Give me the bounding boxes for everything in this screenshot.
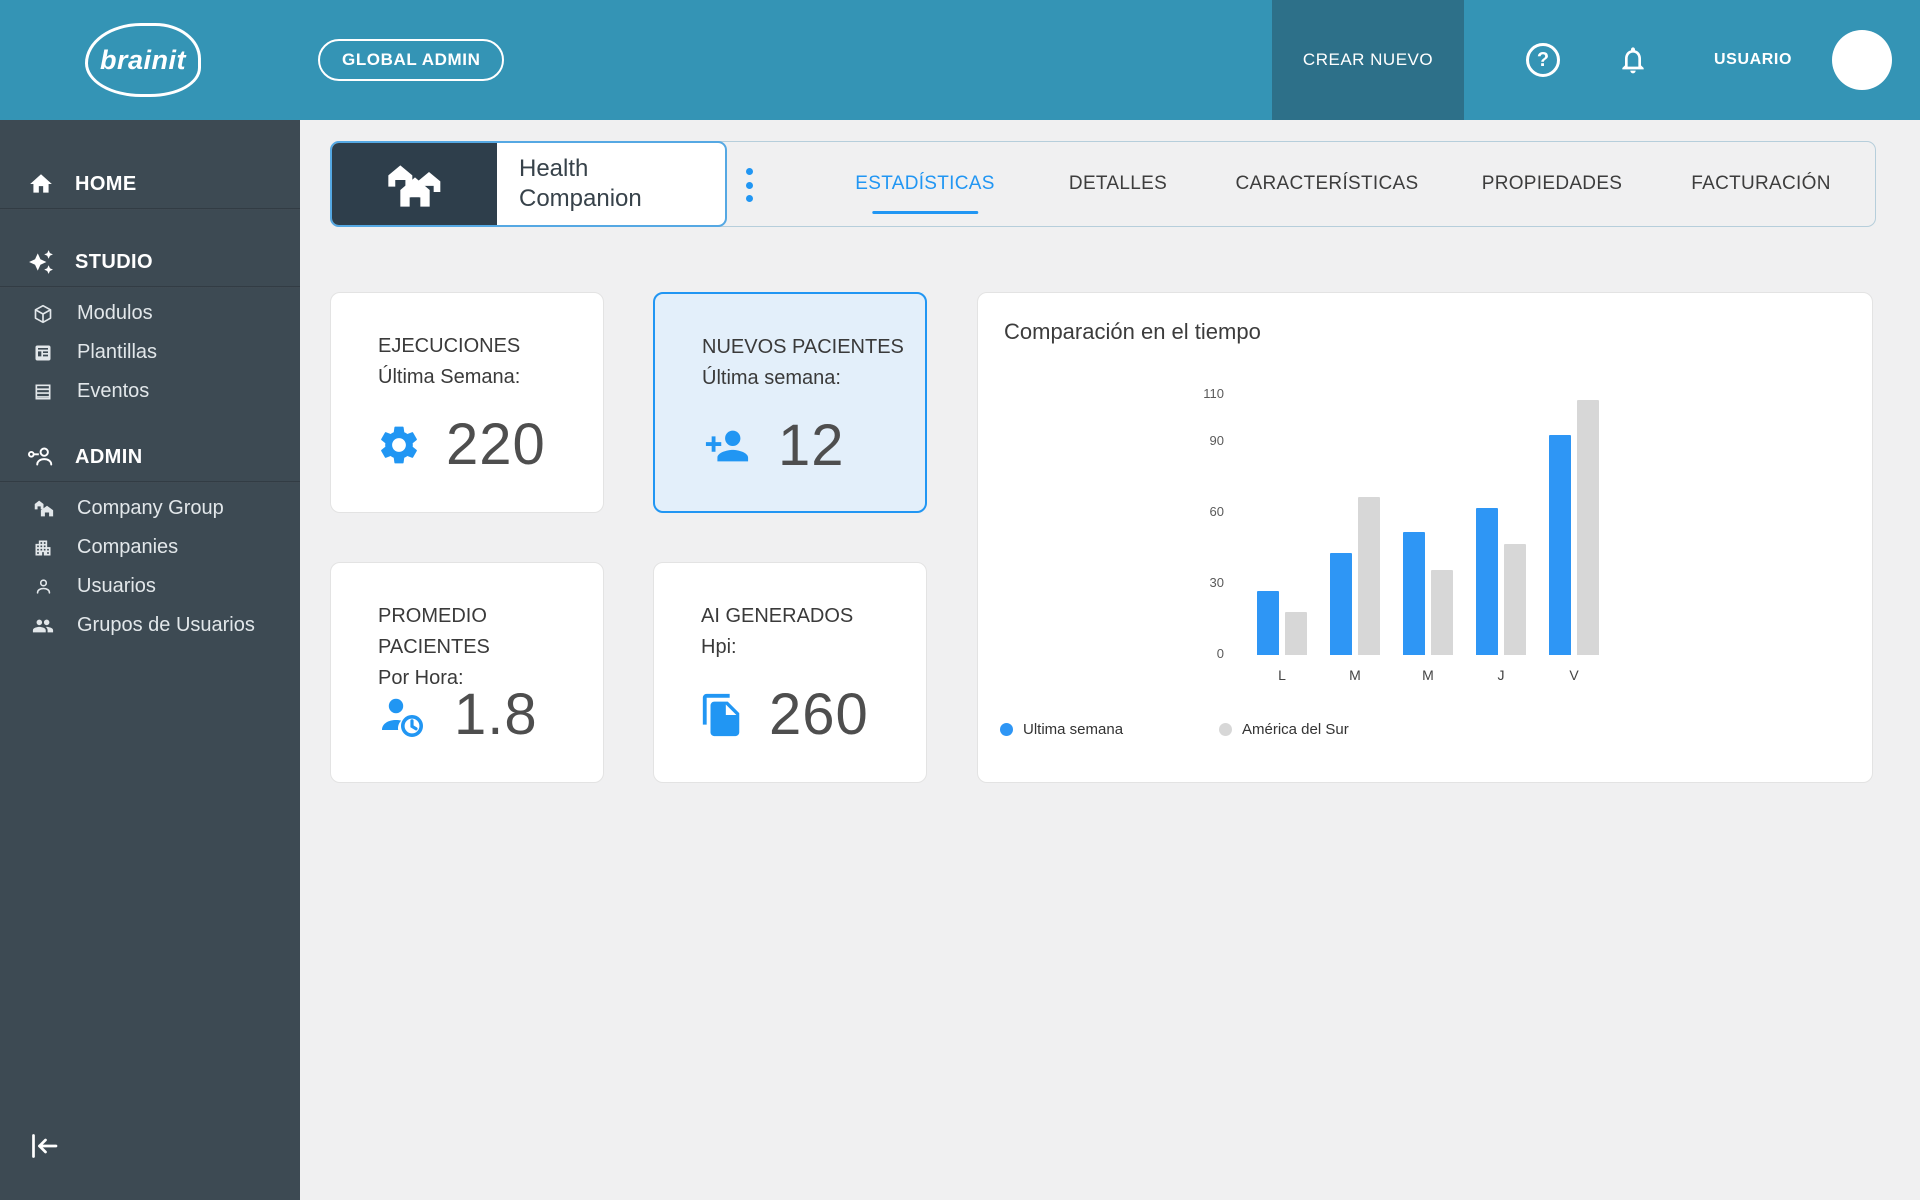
- bar-america-del-sur: [1358, 496, 1380, 655]
- sidebar-item-admin[interactable]: ADMIN: [0, 433, 300, 481]
- bell-icon: [1617, 44, 1649, 76]
- sidebar-item-label: Usuarios: [77, 575, 156, 597]
- logo-text: brainit: [99, 44, 186, 75]
- x-axis-label: M: [1349, 667, 1361, 683]
- help-icon: ?: [1526, 43, 1561, 77]
- more-options-menu[interactable]: [741, 168, 757, 202]
- person-icon: [32, 577, 54, 596]
- stat-card-label: NUEVOS PACIENTES Última semana:: [702, 336, 904, 389]
- sidebar-item-company-group[interactable]: Company Group: [0, 489, 300, 528]
- sidebar-item-eventos[interactable]: Eventos: [0, 372, 300, 411]
- bar-ultima-semana: [1330, 553, 1352, 655]
- sidebar-item-usuarios[interactable]: Usuarios: [0, 567, 300, 606]
- stat-card-label: EJECUCIONES Última Semana:: [378, 335, 521, 388]
- person-clock-icon: [376, 691, 430, 739]
- sidebar-item-label: Eventos: [77, 380, 150, 402]
- y-axis-tick: 0: [1216, 646, 1224, 661]
- gear-icon: [376, 422, 422, 468]
- stat-card-nuevos-pacientes[interactable]: NUEVOS PACIENTES Última semana: 12: [653, 292, 927, 513]
- tab-facturacion[interactable]: FACTURACIÓN: [1691, 142, 1830, 226]
- create-new-button[interactable]: CREAR NUEVO: [1272, 0, 1465, 120]
- stat-card-ai-generados[interactable]: AI GENERADOS Hpi: 260: [653, 562, 927, 783]
- x-axis-label: V: [1569, 667, 1579, 683]
- sidebar-item-home[interactable]: HOME: [0, 160, 300, 208]
- sidebar-item-modulos[interactable]: Modulos: [0, 294, 300, 333]
- sidebar-item-grupos-de-usuarios[interactable]: Grupos de Usuarios: [0, 606, 300, 645]
- bar-ultima-semana: [1549, 435, 1571, 655]
- y-axis-tick: 30: [1209, 575, 1224, 591]
- collapse-arrow-icon: [26, 1128, 62, 1164]
- sidebar-item-label: STUDIO: [75, 250, 153, 273]
- bar-america-del-sur: [1431, 569, 1453, 655]
- sidebar-item-label: Plantillas: [77, 341, 158, 363]
- sidebar-item-label: Companies: [77, 536, 179, 558]
- template-icon: [32, 343, 54, 363]
- person-add-icon: [700, 423, 754, 469]
- sparkles-icon: [27, 249, 55, 275]
- holiday-village-icon: [383, 159, 447, 209]
- bar-america-del-sur: [1577, 399, 1599, 655]
- admin-key-person-icon: [27, 444, 55, 470]
- avatar[interactable]: [1832, 30, 1892, 90]
- tab-caracteristicas[interactable]: CARACTERÍSTICAS: [1236, 142, 1419, 226]
- stat-value: 1.8: [454, 682, 538, 747]
- collapse-sidebar-button[interactable]: [24, 1126, 64, 1166]
- building-icon: [32, 538, 54, 558]
- houses-icon: [32, 498, 54, 519]
- stat-value: 220: [446, 412, 546, 477]
- tab-estadisticas[interactable]: ESTADÍSTICAS: [855, 142, 994, 226]
- bar-chart: 0 30 60 90 110 L M M J V: [978, 293, 1874, 784]
- sidebar-item-label: ADMIN: [75, 445, 143, 468]
- stat-card-label: AI GENERADOS Hpi:: [701, 605, 854, 658]
- help-button[interactable]: ?: [1524, 41, 1562, 79]
- x-axis-label: M: [1422, 667, 1434, 683]
- x-axis-label: J: [1497, 667, 1505, 683]
- document-copy-icon: [699, 692, 745, 738]
- y-axis-tick: 60: [1209, 504, 1224, 520]
- stat-value: 260: [769, 682, 869, 747]
- topbar: brainit GLOBAL ADMIN CREAR NUEVO ? USUAR…: [0, 0, 1920, 120]
- main-content: Health Companion ESTADÍSTICAS DETALLES C…: [300, 120, 1920, 1200]
- product-header: Health Companion ESTADÍSTICAS DETALLES C…: [330, 141, 1876, 227]
- sidebar-nav: HOME STUDIO Modulos Plantillas Eventos A…: [0, 120, 300, 645]
- brand-logo: brainit: [84, 21, 202, 99]
- stat-card-ejecuciones[interactable]: EJECUCIONES Última Semana: 220: [330, 292, 604, 513]
- logo-blob-outline: brainit: [85, 23, 201, 97]
- sidebar-item-label: Grupos de Usuarios: [77, 614, 255, 636]
- product-selector[interactable]: Health Companion: [330, 141, 727, 227]
- bar-ultima-semana: [1403, 532, 1425, 655]
- bar-ultima-semana: [1257, 591, 1279, 655]
- y-axis-tick: 110: [1203, 386, 1224, 401]
- home-icon: [27, 171, 55, 197]
- legend-dot-blue: [1000, 723, 1013, 736]
- sidebar-item-label: HOME: [75, 172, 137, 195]
- legend-dot-gray: [1219, 723, 1232, 736]
- sidebar-item-label: Company Group: [77, 497, 224, 519]
- y-axis-tick: 90: [1209, 433, 1224, 449]
- sidebar: HOME STUDIO Modulos Plantillas Eventos A…: [0, 120, 300, 1200]
- product-name: Health Companion: [519, 155, 642, 212]
- product-icon-box: [332, 143, 497, 225]
- x-axis-label: L: [1278, 667, 1286, 683]
- notifications-button[interactable]: [1614, 41, 1652, 79]
- sidebar-item-plantillas[interactable]: Plantillas: [0, 333, 300, 372]
- people-group-icon: [32, 615, 54, 637]
- user-menu[interactable]: USUARIO: [1714, 51, 1792, 69]
- events-table-icon: [32, 382, 54, 402]
- bar-america-del-sur: [1285, 612, 1307, 655]
- legend-ultima-semana[interactable]: Ultima semana: [1000, 721, 1123, 738]
- bar-america-del-sur: [1504, 543, 1526, 655]
- tab-detalles[interactable]: DETALLES: [1069, 142, 1167, 226]
- tab-propiedades[interactable]: PROPIEDADES: [1482, 142, 1623, 226]
- sidebar-item-label: Modulos: [77, 302, 153, 324]
- comparison-chart-card: Comparación en el tiempo 0 30 60 90 110 L M M J V…: [977, 292, 1873, 783]
- sidebar-item-studio[interactable]: STUDIO: [0, 238, 300, 286]
- sidebar-item-companies[interactable]: Companies: [0, 528, 300, 567]
- stat-card-promedio-pacientes[interactable]: PROMEDIO PACIENTES Por Hora: 1.8: [330, 562, 604, 783]
- cube-icon: [32, 304, 54, 324]
- bar-ultima-semana: [1476, 508, 1498, 655]
- stat-value: 12: [778, 413, 845, 478]
- legend-america-del-sur[interactable]: América del Sur: [1219, 721, 1349, 738]
- global-admin-badge: GLOBAL ADMIN: [318, 39, 505, 81]
